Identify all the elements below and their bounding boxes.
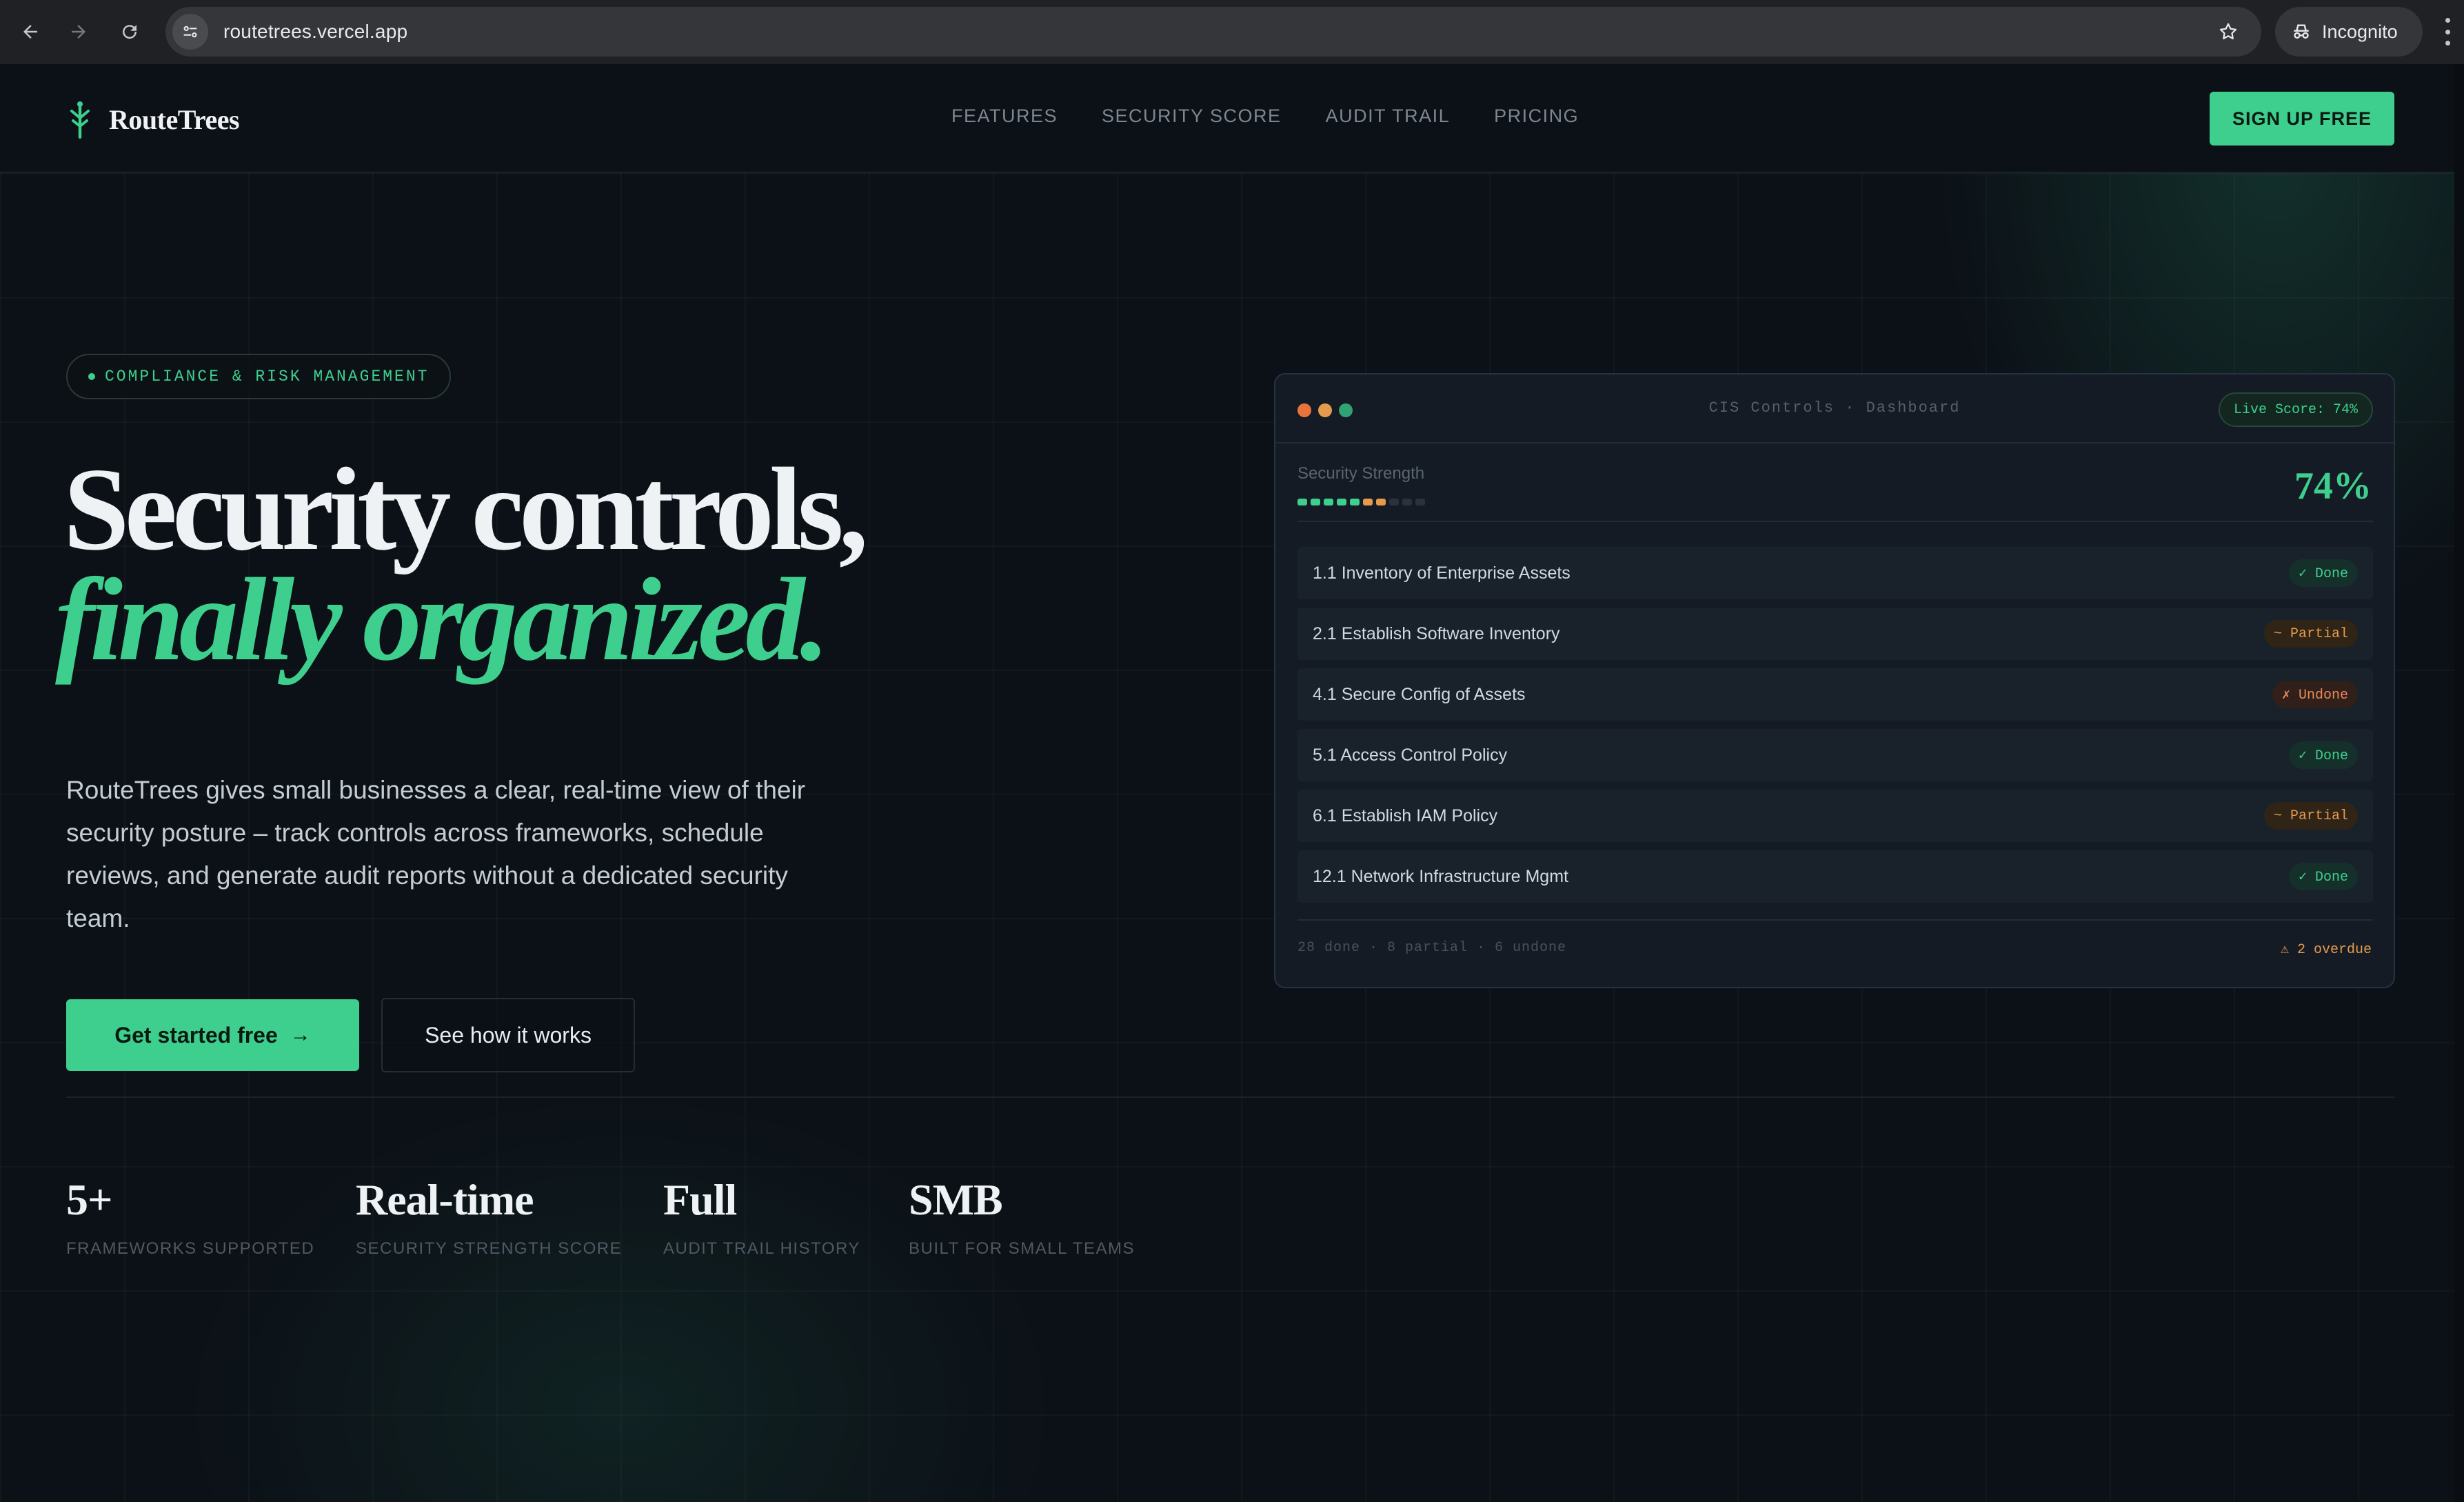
back-button[interactable]	[14, 15, 47, 48]
stat-label: SECURITY STRENGTH SCORE	[356, 1239, 623, 1258]
status-badge: ✓ Done	[2288, 863, 2358, 890]
strength-value: 74%	[2294, 465, 2372, 508]
divider	[66, 1097, 2395, 1098]
strength-segment	[1389, 499, 1399, 505]
sign-up-button[interactable]: SIGN UP FREE	[2210, 92, 2394, 146]
control-name: 4.1 Secure Config of Assets	[1313, 684, 1526, 704]
control-name: 6.1 Establish IAM Policy	[1313, 805, 1498, 825]
stat-label: FRAMEWORKS SUPPORTED	[66, 1239, 315, 1258]
bookmark-star-icon[interactable]	[2214, 18, 2242, 46]
logo[interactable]: RouteTrees	[66, 100, 240, 139]
top-nav: FEATURES SECURITY SCORE AUDIT TRAIL PRIC…	[951, 106, 1579, 127]
control-name: 2.1 Establish Software Inventory	[1313, 623, 1560, 643]
browser-menu-icon[interactable]	[2441, 18, 2454, 46]
nav-audit-trail[interactable]: AUDIT TRAIL	[1326, 106, 1451, 127]
arrow-right-icon	[72, 25, 85, 39]
reload-icon	[123, 25, 137, 39]
get-started-label: Get started free	[114, 1022, 278, 1048]
control-row[interactable]: 4.1 Secure Config of Assets ✗ Undone	[1297, 668, 2373, 721]
strength-segment	[1376, 499, 1386, 505]
browser-toolbar: routetrees.vercel.app Incognito	[0, 0, 2464, 64]
control-row[interactable]: 2.1 Establish Software Inventory ~ Parti…	[1297, 608, 2373, 660]
address-bar[interactable]: routetrees.vercel.app	[165, 7, 2261, 57]
strength-segment	[1311, 499, 1320, 505]
strength-label: Security Strength	[1297, 464, 1425, 483]
live-score-badge: Live Score: 74%	[2218, 392, 2373, 427]
hero-description: RouteTrees gives small businesses a clea…	[66, 776, 806, 932]
reload-button[interactable]	[113, 15, 146, 48]
brand-name: RouteTrees	[109, 103, 240, 135]
tree-logo-icon	[70, 101, 90, 139]
pill-dot-icon	[88, 373, 95, 380]
pill-text: COMPLIANCE & RISK MANAGEMENT	[105, 368, 430, 385]
stat-label: AUDIT TRAIL HISTORY	[663, 1239, 860, 1258]
stat-frameworks: 5+ FRAMEWORKS SUPPORTED	[66, 1174, 314, 1259]
headline-line-2: finally organized.	[55, 554, 829, 685]
card-header: CIS Controls · Dashboard Live Score: 74%	[1275, 374, 2394, 443]
incognito-icon	[2294, 24, 2309, 39]
arrow-left-icon	[23, 25, 37, 39]
site-info-icon[interactable]	[172, 14, 208, 50]
stat-value: Real-time	[356, 1175, 534, 1224]
strength-segment	[1337, 499, 1346, 505]
nav-pricing[interactable]: PRICING	[1494, 106, 1579, 127]
overdue-warning: ⚠ 2 overdue	[2280, 942, 2372, 958]
nav-features[interactable]: FEATURES	[951, 106, 1058, 127]
status-badge: ~ Partial	[2263, 802, 2358, 830]
control-row[interactable]: 6.1 Establish IAM Policy ~ Partial	[1297, 790, 2373, 842]
strength-segment	[1363, 499, 1373, 505]
strength-segment	[1297, 499, 1307, 505]
divider	[1297, 521, 2373, 522]
status-badge: ✗ Undone	[2272, 681, 2358, 708]
control-name: 1.1 Inventory of Enterprise Assets	[1313, 563, 1571, 583]
control-row[interactable]: 5.1 Access Control Policy ✓ Done	[1297, 729, 2373, 781]
control-row[interactable]: 1.1 Inventory of Enterprise Assets ✓ Don…	[1297, 547, 2373, 599]
control-name: 5.1 Access Control Policy	[1313, 745, 1508, 765]
controls-list: 1.1 Inventory of Enterprise Assets ✓ Don…	[1297, 547, 2373, 911]
footer-stats: 28 done · 8 partial · 6 undone	[1297, 940, 1567, 956]
stat-realtime: Real-time SECURITY STRENGTH SCORE	[356, 1174, 622, 1259]
see-how-it-works-button[interactable]: See how it works	[381, 998, 635, 1072]
stat-smb: SMB BUILT FOR SMALL TEAMS	[909, 1174, 1135, 1259]
page: RouteTrees FEATURES SECURITY SCORE AUDIT…	[0, 64, 2454, 1502]
strength-segment	[1350, 499, 1360, 505]
stat-audit: Full AUDIT TRAIL HISTORY	[663, 1174, 860, 1259]
strength-segment	[1324, 499, 1333, 505]
strength-meter	[1297, 499, 1425, 505]
headline-line-1: Security controls,	[63, 444, 869, 575]
get-started-button[interactable]: Get started free →	[66, 999, 359, 1071]
stat-label: BUILT FOR SMALL TEAMS	[909, 1239, 1135, 1258]
status-badge: ~ Partial	[2263, 620, 2358, 648]
status-badge: ✓ Done	[2288, 559, 2358, 587]
control-name: 12.1 Network Infrastructure Mgmt	[1313, 866, 1568, 886]
dashboard-preview-card: CIS Controls · Dashboard Live Score: 74%…	[1274, 373, 2395, 988]
arrow-right-icon: →	[290, 1023, 311, 1046]
forward-button[interactable]	[62, 15, 95, 48]
incognito-indicator[interactable]: Incognito	[2275, 7, 2423, 57]
stat-value: Full	[663, 1175, 737, 1224]
scrollbar[interactable]	[2454, 64, 2464, 1502]
status-badge: ✓ Done	[2288, 741, 2358, 769]
stat-value: 5+	[66, 1175, 112, 1224]
control-row[interactable]: 12.1 Network Infrastructure Mgmt ✓ Done	[1297, 850, 2373, 903]
strength-segment	[1415, 499, 1425, 505]
divider	[1297, 919, 2373, 921]
site-header: RouteTrees FEATURES SECURITY SCORE AUDIT…	[0, 64, 2454, 173]
strength-segment	[1402, 499, 1412, 505]
stat-value: SMB	[909, 1175, 1003, 1224]
incognito-label: Incognito	[2322, 21, 2398, 42]
category-pill: COMPLIANCE & RISK MANAGEMENT	[66, 354, 452, 399]
nav-security-score[interactable]: SECURITY SCORE	[1102, 106, 1282, 127]
url-text[interactable]: routetrees.vercel.app	[223, 21, 407, 43]
